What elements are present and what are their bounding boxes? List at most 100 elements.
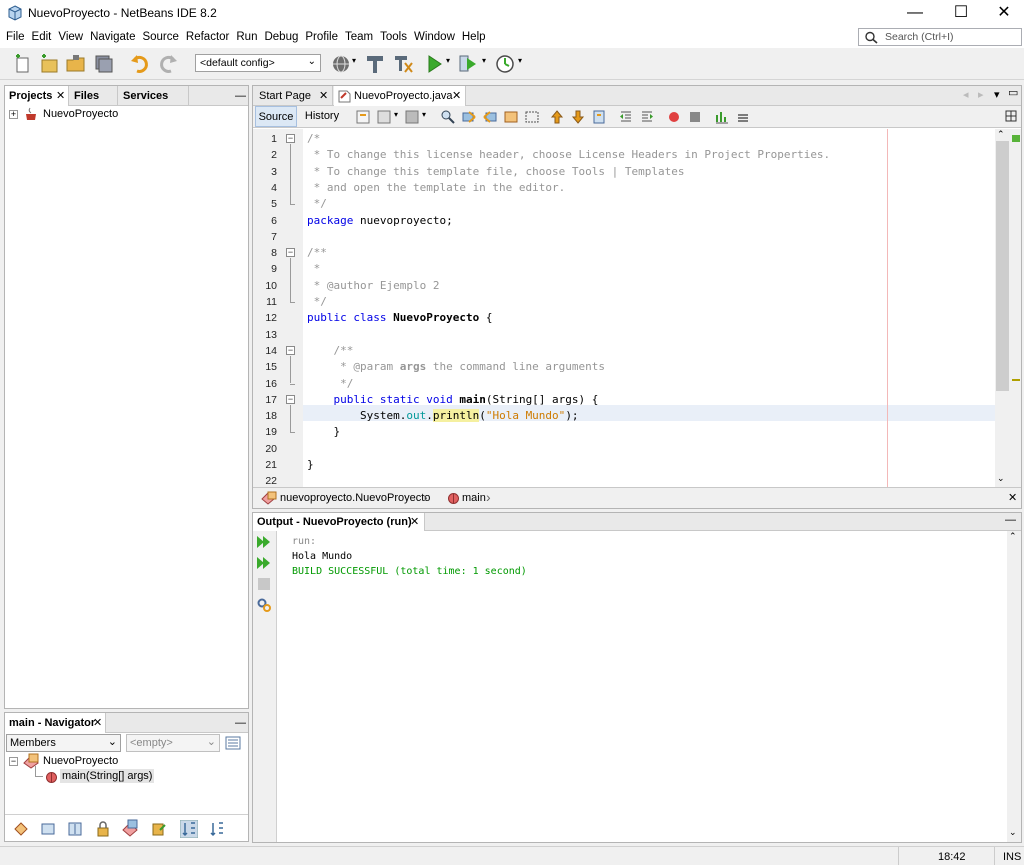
tab-files[interactable]: Files — [70, 86, 118, 106]
clean-build-icon[interactable] — [392, 53, 414, 75]
menu-file[interactable]: File — [3, 27, 28, 48]
menu-profile[interactable]: Profile — [302, 27, 341, 48]
close-icon[interactable]: ✕ — [452, 86, 461, 106]
save-all-icon[interactable] — [93, 53, 115, 75]
output-console[interactable]: run: Hola Mundo BUILD SUCCESSFUL (total … — [277, 531, 1007, 842]
scroll-down-icon[interactable]: ⌄ — [1009, 827, 1017, 838]
tab-list-icon[interactable]: ▾ — [994, 88, 1000, 101]
uncomment-icon[interactable] — [735, 109, 751, 125]
breadcrumb-method[interactable]: main — [462, 492, 486, 504]
stop-macro-icon[interactable] — [687, 109, 703, 125]
fold-toggle-icon[interactable]: − — [286, 248, 295, 258]
last-edit-icon[interactable] — [355, 109, 371, 125]
scroll-down-icon[interactable]: ⌄ — [997, 473, 1005, 484]
split-editor-icon[interactable] — [1005, 110, 1017, 122]
source-tab[interactable]: Source — [255, 106, 297, 127]
find-icon[interactable] — [440, 109, 456, 125]
navigator-class-item[interactable]: NuevoProyecto — [43, 755, 118, 767]
menu-navigate[interactable]: Navigate — [87, 27, 138, 48]
scroll-right-icon[interactable]: ▸ — [978, 88, 984, 101]
new-project-icon[interactable] — [38, 53, 60, 75]
rerun-with-params-icon[interactable] — [256, 555, 272, 571]
chevron-down-icon[interactable]: ▾ — [394, 110, 398, 119]
breadcrumb-class[interactable]: nuevoproyecto.NuevoProyecto — [280, 492, 430, 504]
globe-dropdown-icon[interactable]: ▾ — [352, 56, 356, 65]
next-bookmark-icon[interactable] — [570, 109, 586, 125]
run-dropdown-icon[interactable]: ▾ — [446, 56, 450, 65]
fold-toggle-icon[interactable]: − — [286, 394, 295, 404]
close-icon[interactable]: ✕ — [56, 86, 65, 106]
menu-window[interactable]: Window — [411, 27, 458, 48]
profile-icon[interactable] — [494, 53, 516, 75]
back-icon[interactable] — [376, 109, 392, 125]
navigator-method-item[interactable]: main(String[] args) — [60, 769, 155, 783]
tree-item-nuevoproyecto[interactable]: NuevoProyecto — [43, 108, 118, 120]
filter-list-icon[interactable] — [225, 735, 241, 751]
menu-help[interactable]: Help — [459, 27, 489, 48]
menu-tools[interactable]: Tools — [377, 27, 410, 48]
toggle-highlight-icon[interactable] — [503, 109, 519, 125]
shift-left-icon[interactable] — [618, 109, 634, 125]
empty-select[interactable]: <empty> ⌄ — [126, 734, 220, 752]
config-select[interactable]: <default config> ⌄ — [195, 54, 321, 72]
previous-bookmark-icon[interactable] — [549, 109, 565, 125]
tab-services[interactable]: Services — [119, 86, 189, 106]
members-select[interactable]: Members ⌄ — [6, 734, 121, 752]
inner-classes-icon[interactable] — [121, 819, 139, 837]
close-breadcrumb-icon[interactable]: ✕ — [1008, 491, 1017, 504]
tab-navigator[interactable]: main - Navigator ✕ — [5, 713, 106, 733]
tab-output[interactable]: Output - NuevoProyecto (run) ✕ — [253, 513, 425, 531]
scrollbar-thumb[interactable] — [996, 141, 1009, 391]
tab-nuevoproyecto-java[interactable]: NuevoProyecto.java ✕ — [334, 86, 466, 106]
tab-start-page[interactable]: Start Page ✕ — [253, 86, 333, 106]
inherited-icon[interactable] — [13, 821, 29, 837]
static-icon[interactable] — [67, 821, 83, 837]
minimize-panel-icon[interactable]: — — [1005, 514, 1016, 526]
fold-toggle-icon[interactable]: − — [286, 345, 295, 355]
menu-team[interactable]: Team — [342, 27, 376, 48]
menu-source[interactable]: Source — [139, 27, 181, 48]
scroll-up-icon[interactable]: ⌃ — [1009, 531, 1017, 542]
output-scrollbar[interactable]: ⌃ ⌄ — [1007, 531, 1021, 842]
shift-right-icon[interactable] — [639, 109, 655, 125]
new-file-icon[interactable] — [12, 53, 34, 75]
toggle-bookmark-icon[interactable] — [591, 109, 607, 125]
close-icon[interactable]: ✕ — [93, 713, 102, 733]
expand-icon[interactable]: + — [9, 110, 18, 119]
open-project-icon[interactable] — [65, 53, 87, 75]
menu-refactor[interactable]: Refactor — [183, 27, 232, 48]
close-icon[interactable]: ✕ — [319, 86, 328, 106]
comment-icon[interactable] — [714, 109, 730, 125]
debug-dropdown-icon[interactable]: ▾ — [482, 56, 486, 65]
sort-descending-icon[interactable] — [208, 820, 226, 838]
editor-scrollbar[interactable]: ⌃ ⌄ — [995, 129, 1021, 487]
start-macro-icon[interactable] — [666, 109, 682, 125]
sort-by-source-icon[interactable] — [151, 821, 167, 837]
scroll-left-icon[interactable]: ◂ — [963, 88, 969, 101]
find-next-icon[interactable] — [482, 109, 498, 125]
minimize-button[interactable]: — — [892, 0, 938, 27]
fields-icon[interactable] — [40, 821, 56, 837]
build-hammer-icon[interactable] — [364, 53, 386, 75]
collapse-icon[interactable]: − — [9, 757, 18, 766]
sort-by-name-icon[interactable] — [180, 820, 198, 838]
rerun-icon[interactable] — [256, 534, 272, 550]
forward-icon[interactable] — [404, 109, 420, 125]
history-tab[interactable]: History — [300, 106, 344, 127]
menu-view[interactable]: View — [55, 27, 86, 48]
stop-icon[interactable] — [256, 576, 272, 592]
browser-globe-icon[interactable] — [330, 53, 352, 75]
minimize-panel-icon[interactable]: — — [231, 86, 246, 106]
find-previous-icon[interactable] — [461, 109, 477, 125]
close-button[interactable]: ✕ — [981, 0, 1024, 27]
search-input[interactable]: Search (Ctrl+I) — [858, 28, 1022, 46]
debug-icon[interactable] — [457, 53, 479, 75]
close-icon[interactable]: ✕ — [410, 513, 419, 531]
tab-projects[interactable]: Projects ✕ — [5, 86, 69, 106]
rectangular-selection-icon[interactable] — [524, 109, 540, 125]
scroll-up-icon[interactable]: ⌃ — [997, 129, 1005, 140]
lock-icon[interactable] — [95, 821, 111, 837]
code-area[interactable]: /* * To change this license header, choo… — [303, 129, 995, 487]
maximize-button[interactable]: ☐ — [938, 0, 984, 27]
menu-run[interactable]: Run — [233, 27, 260, 48]
